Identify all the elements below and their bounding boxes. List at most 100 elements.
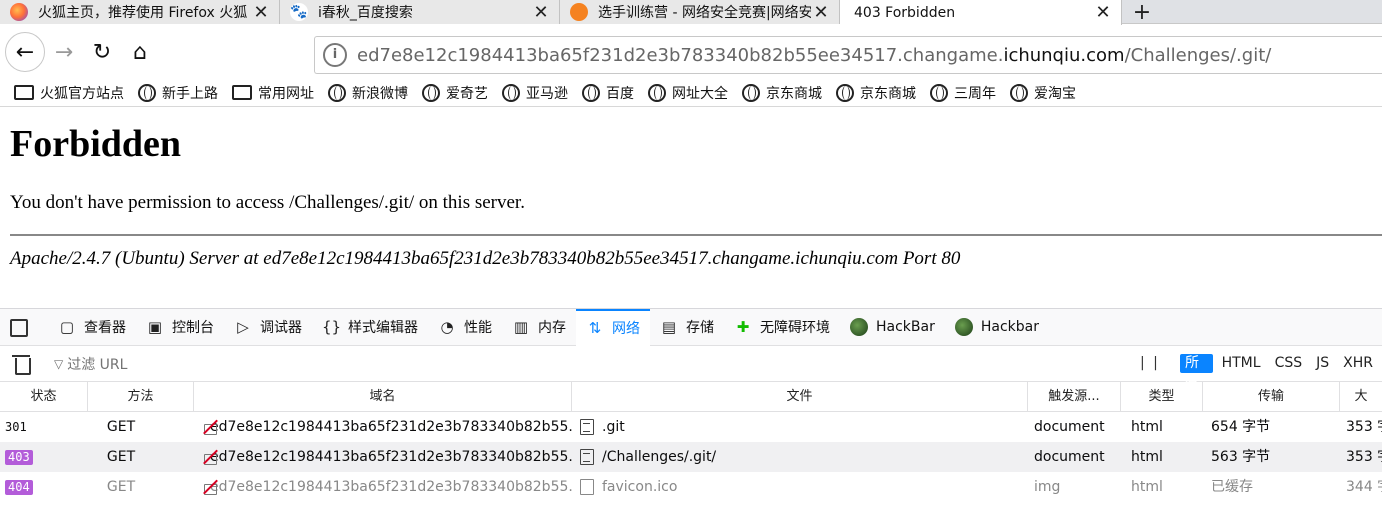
- close-icon[interactable]: ✕: [531, 2, 551, 23]
- status-badge: 404: [5, 480, 33, 495]
- url-path: /Challenges/.git/: [1124, 44, 1272, 66]
- hackbar-icon: [954, 318, 973, 336]
- bookmark-item[interactable]: 爱奇艺: [422, 83, 488, 103]
- column-file[interactable]: 文件: [572, 381, 1028, 412]
- bookmark-item[interactable]: 京东商城: [742, 83, 822, 103]
- bookmark-item[interactable]: 百度: [582, 83, 634, 103]
- forward-button[interactable]: →: [45, 33, 83, 71]
- column-status[interactable]: 状态: [0, 381, 88, 412]
- bookmark-label: 京东商城: [860, 85, 916, 102]
- browser-tab-forbidden[interactable]: 403 Forbidden ✕: [840, 0, 1122, 25]
- request-type: html: [1131, 449, 1163, 465]
- pause-icon[interactable]: | |: [1140, 355, 1160, 371]
- bookmark-item[interactable]: 三周年: [930, 83, 996, 103]
- bookmark-item[interactable]: 常用网址: [232, 83, 314, 103]
- new-tab-button[interactable]: +: [1122, 0, 1162, 25]
- folder-icon: [14, 85, 34, 100]
- close-icon[interactable]: ✕: [251, 2, 271, 23]
- type-filter-css[interactable]: CSS: [1270, 354, 1308, 373]
- tab-label: 调试器: [260, 320, 302, 336]
- request-table-header: 状态 方法 域名 文件 触发源... 类型 传输 大: [0, 381, 1382, 412]
- bookmark-label: 网址大全: [672, 85, 728, 102]
- request-row[interactable]: 403 GET ed7e8e12c1984413ba65f231d2e3b783…: [0, 442, 1382, 472]
- url-prefix: ed7e8e12c1984413ba65f231d2e3b783340b82b5…: [357, 44, 1004, 66]
- firefox-icon: [10, 3, 28, 21]
- tab-accessibility[interactable]: ✚ 无障碍环境: [724, 309, 840, 346]
- memory-icon: ▥: [513, 318, 529, 336]
- tab-debugger[interactable]: ▷ 调试器: [224, 309, 312, 346]
- trash-icon[interactable]: [12, 353, 32, 375]
- request-size: 353 字: [1346, 449, 1382, 465]
- globe-icon: [422, 83, 440, 102]
- back-button[interactable]: ←: [5, 32, 45, 72]
- url-bar[interactable]: i ed7e8e12c1984413ba65f231d2e3b783340b82…: [314, 36, 1382, 74]
- navigation-toolbar: ← → ↻ ⌂ i ed7e8e12c1984413ba65f231d2e3b7…: [0, 25, 1382, 79]
- browser-tab-baidu[interactable]: 🐾 i春秋_百度搜索 ✕: [280, 0, 560, 24]
- element-picker-icon[interactable]: [8, 317, 32, 337]
- filter-url-input[interactable]: ▽ 过滤 URL: [54, 354, 127, 374]
- bookmark-item[interactable]: 京东商城: [836, 83, 916, 103]
- status-text: 301: [5, 420, 27, 434]
- request-cause: img: [1034, 479, 1061, 495]
- document-icon: [580, 449, 594, 465]
- close-icon[interactable]: ✕: [811, 2, 831, 23]
- column-cause[interactable]: 触发源...: [1028, 381, 1121, 412]
- hackbar-icon: [850, 318, 868, 336]
- bookmark-label: 三周年: [954, 85, 996, 102]
- bookmark-item[interactable]: 新浪微博: [328, 83, 408, 103]
- tab-label: 控制台: [172, 320, 214, 336]
- request-cause: document: [1034, 449, 1105, 465]
- request-transferred: 已缓存: [1211, 479, 1253, 495]
- blank-file-icon: [580, 479, 594, 495]
- column-size[interactable]: 大: [1340, 382, 1382, 412]
- filter-placeholder: 过滤 URL: [67, 356, 128, 373]
- request-row[interactable]: 404 GET ed7e8e12c1984413ba65f231d2e3b783…: [0, 472, 1382, 502]
- bookmark-item[interactable]: 亚马逊: [502, 83, 568, 103]
- reload-button[interactable]: ↻: [83, 33, 121, 71]
- tab-label: HackBar: [876, 319, 935, 335]
- request-method: GET: [106, 479, 136, 495]
- browser-tab-ichunqiu[interactable]: 选手训练营 - 网络安全竞赛|网络安 ✕: [560, 0, 840, 24]
- type-filter-html[interactable]: HTML: [1217, 354, 1266, 373]
- tab-strip: 火狐主页，推荐使用 Firefox 火狐 ✕ 🐾 i春秋_百度搜索 ✕ 选手训练…: [0, 0, 1382, 25]
- home-button[interactable]: ⌂: [121, 33, 159, 71]
- bookmark-label: 火狐官方站点: [40, 85, 124, 102]
- status-badge: 403: [5, 450, 33, 465]
- request-domain: ed7e8e12c1984413ba65f231d2e3b783340b82b5…: [194, 442, 572, 472]
- request-transferred: 654 字节: [1211, 419, 1271, 435]
- request-size: 353 字: [1346, 419, 1382, 435]
- globe-icon: [742, 83, 760, 102]
- bookmark-item[interactable]: 网址大全: [648, 83, 728, 103]
- tab-performance[interactable]: ◔ 性能: [428, 309, 502, 346]
- storage-icon: ▤: [661, 318, 677, 336]
- type-filter-js[interactable]: JS: [1311, 354, 1334, 373]
- performance-icon: ◔: [440, 318, 454, 336]
- globe-icon: [328, 83, 346, 102]
- tab-console[interactable]: ▣ 控制台: [136, 309, 224, 346]
- bookmark-item[interactable]: 火狐官方站点: [14, 83, 124, 103]
- tab-hackbar-2[interactable]: Hackbar: [945, 309, 1049, 346]
- bookmark-item[interactable]: 爱淘宝: [1010, 83, 1076, 103]
- tab-hackbar[interactable]: HackBar: [840, 309, 945, 346]
- type-filter-all[interactable]: 所有: [1180, 354, 1213, 390]
- tab-storage[interactable]: ▤ 存储: [650, 309, 724, 346]
- site-info-icon[interactable]: i: [323, 43, 347, 67]
- close-icon[interactable]: ✕: [1093, 2, 1113, 23]
- request-cause: document: [1034, 419, 1105, 435]
- tab-style-editor[interactable]: {} 样式编辑器: [312, 309, 428, 346]
- column-transferred[interactable]: 传输: [1203, 381, 1340, 412]
- tab-inspector[interactable]: ▢ 查看器: [48, 309, 136, 346]
- bookmark-item[interactable]: 新手上路: [138, 83, 218, 103]
- type-filter-xhr[interactable]: XHR: [1338, 354, 1378, 373]
- bookmark-label: 京东商城: [766, 85, 822, 102]
- column-method[interactable]: 方法: [88, 381, 194, 412]
- column-domain[interactable]: 域名: [194, 381, 572, 412]
- tab-network[interactable]: ⇅ 网络: [576, 308, 650, 346]
- request-row[interactable]: 301 GET ed7e8e12c1984413ba65f231d2e3b783…: [0, 412, 1382, 442]
- globe-icon: [502, 83, 520, 102]
- browser-tab-firefox-home[interactable]: 火狐主页，推荐使用 Firefox 火狐 ✕: [0, 0, 280, 24]
- tab-memory[interactable]: ▥ 内存: [502, 309, 576, 346]
- domain-text: ed7e8e12c1984413ba65f231d2e3b783340b82b5…: [210, 449, 572, 465]
- tab-title: i春秋_百度搜索: [318, 5, 413, 21]
- status-code: 403: [0, 442, 88, 472]
